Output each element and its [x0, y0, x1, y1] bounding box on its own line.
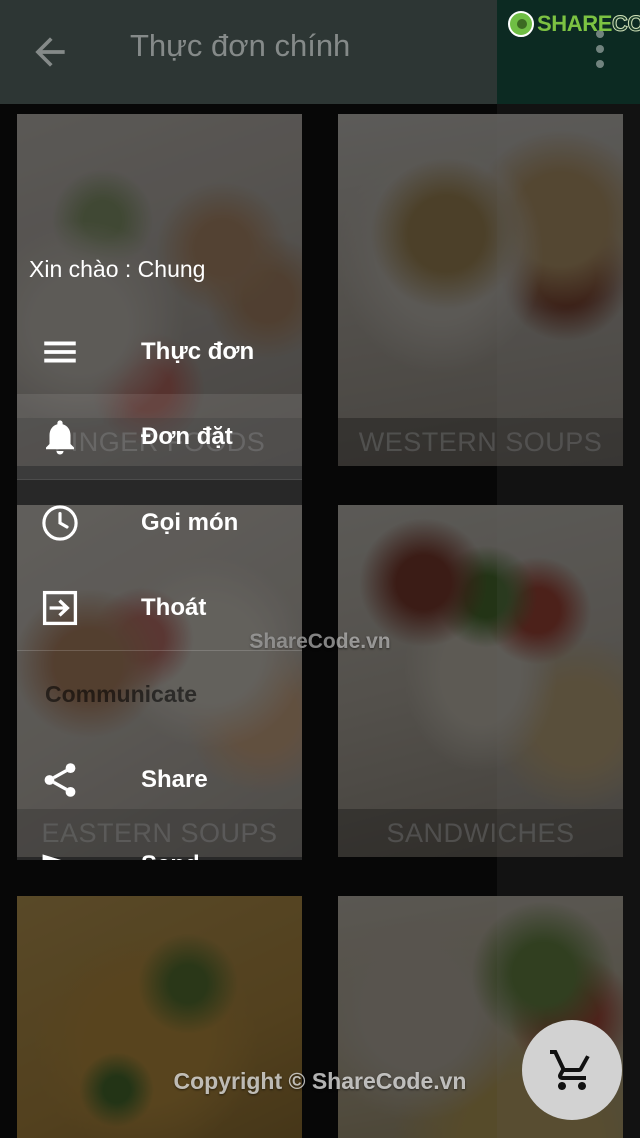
drawer-header: Xin chào : Chung	[17, 114, 302, 309]
exit-icon	[31, 587, 89, 629]
drawer-item-share[interactable]: Share	[17, 737, 302, 822]
app-screen: FINGER FOODS WESTERN SOUPS EASTERN SOUPS…	[0, 0, 640, 1138]
send-icon	[31, 843, 89, 860]
share-icon	[31, 759, 89, 801]
drawer-item-label: Đơn đặt	[141, 422, 233, 450]
drawer-item-label: Gọi món	[141, 508, 239, 536]
back-arrow-icon	[35, 37, 65, 67]
drawer-item-thuc-don[interactable]: Thực đơn	[17, 309, 302, 394]
drawer-main-group: Thực đơn Đơn đặt Gọi món Thoát Communica…	[17, 309, 302, 860]
sharecode-logo-mark-icon	[508, 11, 534, 37]
navigation-drawer: Xin chào : Chung Thực đơn Đơn đặt Gọi mó…	[17, 114, 302, 860]
page-title: Thực đơn chính	[130, 28, 351, 63]
shopping-cart-icon	[550, 1050, 590, 1090]
drawer-item-thoat[interactable]: Thoát	[17, 565, 302, 650]
logo-text-code: CODE	[612, 11, 640, 37]
hamburger-menu-icon	[31, 331, 89, 373]
drawer-greeting: Xin chào : Chung	[29, 256, 206, 282]
drawer-item-goi-mon[interactable]: Gọi món	[17, 480, 302, 565]
drawer-item-label: Thực đơn	[141, 337, 255, 365]
overflow-dot	[596, 60, 604, 68]
clock-icon	[31, 502, 89, 544]
logo-text-share: SHARE	[537, 11, 613, 36]
back-button[interactable]	[28, 30, 72, 74]
drawer-item-label: Thoát	[141, 593, 207, 621]
drawer-item-label: Share	[141, 765, 208, 793]
overflow-dot	[596, 45, 604, 53]
bell-icon	[31, 416, 89, 458]
drawer-item-label: Send	[141, 851, 200, 861]
drawer-item-send[interactable]: Send	[17, 822, 302, 860]
drawer-item-don-dat[interactable]: Đơn đặt	[17, 394, 302, 479]
cart-fab-button[interactable]	[522, 1020, 622, 1120]
sharecode-logo: SHARE CODE .vn	[508, 10, 640, 38]
drawer-section-communicate: Communicate	[45, 680, 198, 707]
